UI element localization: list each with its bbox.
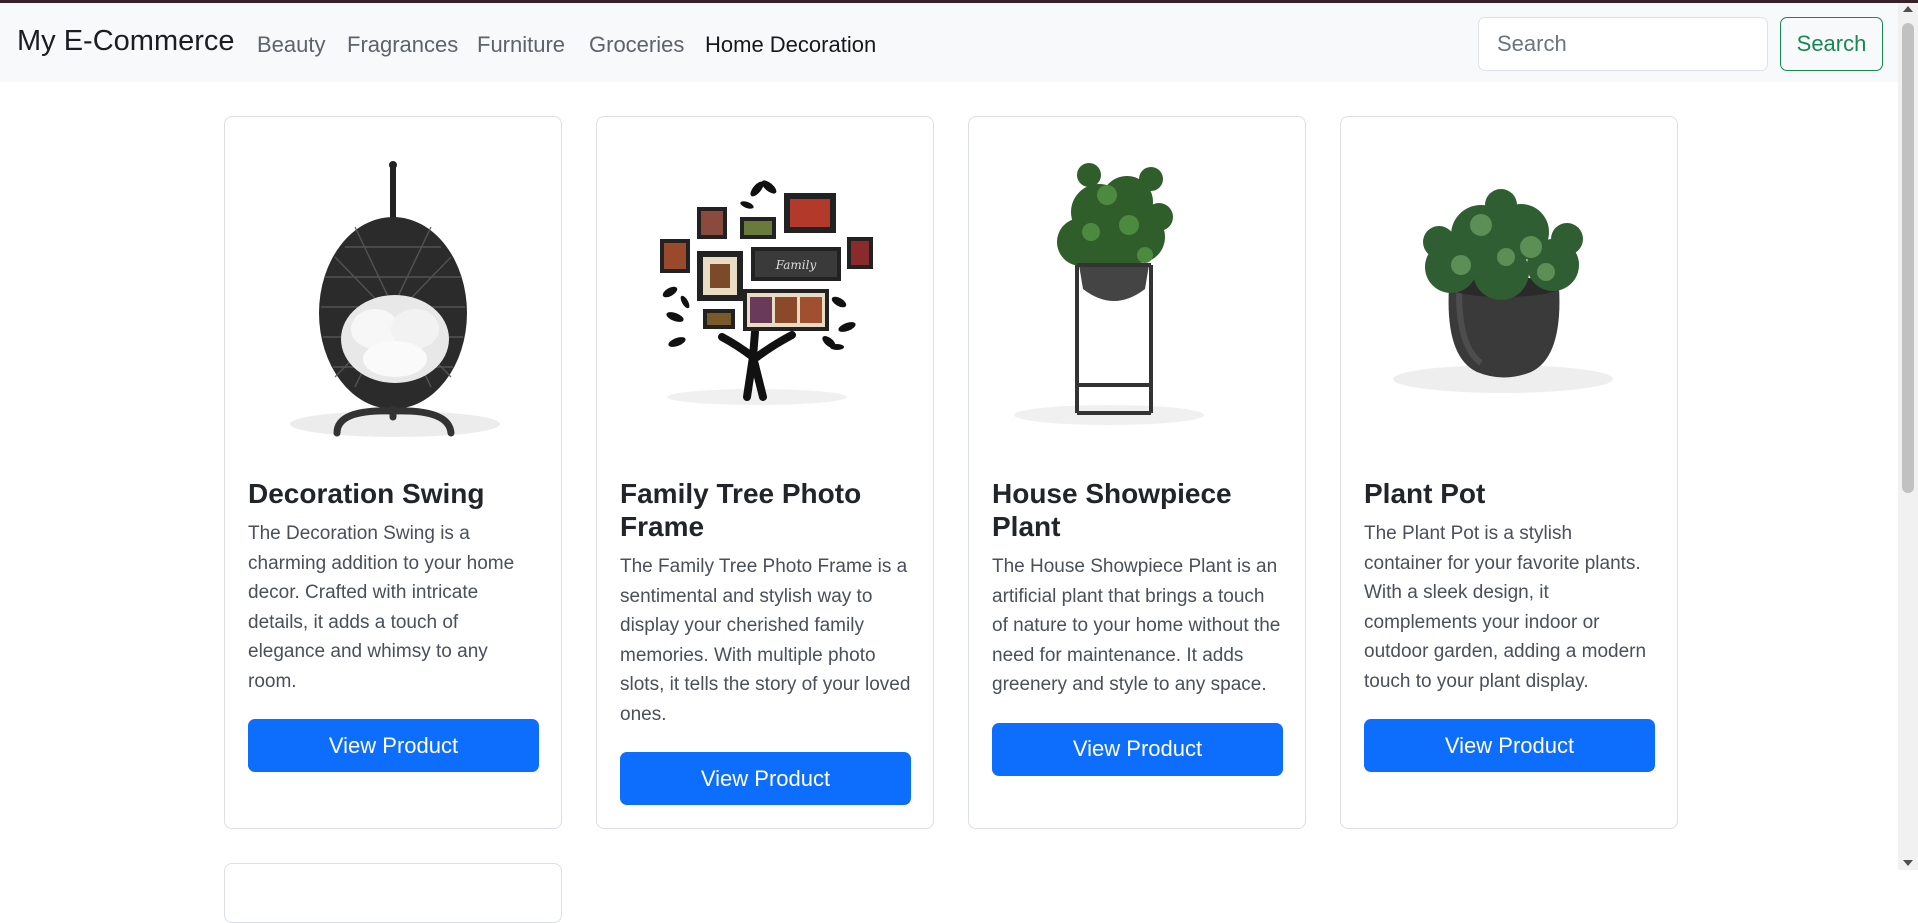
search-input[interactable]: [1478, 17, 1768, 71]
view-product-button[interactable]: View Product: [992, 722, 1283, 776]
family-tree-photo-frame-image: Family: [597, 117, 933, 457]
product-card-house-showpiece-plant: House Showpiece Plant The House Showpiec…: [968, 116, 1306, 829]
product-description: The Plant Pot is a stylish container for…: [1364, 523, 1647, 692]
product-title: Decoration Swing: [248, 478, 485, 509]
plant-pot-image: [1341, 117, 1677, 457]
house-showpiece-plant-image: [969, 117, 1305, 457]
brand-logo[interactable]: My E-Commerce: [17, 25, 235, 58]
nav-link-fragrances[interactable]: Fragrances: [347, 32, 458, 58]
view-product-button[interactable]: View Product: [248, 719, 539, 772]
search-button[interactable]: Search: [1780, 17, 1883, 71]
nav-link-furniture[interactable]: Furniture: [477, 32, 565, 58]
product-description: The House Showpiece Plant is an artifici…: [992, 556, 1281, 695]
product-card-next-row: [224, 863, 562, 923]
product-title: Plant Pot: [1364, 478, 1486, 509]
page-scrollbar[interactable]: [1898, 3, 1918, 870]
scroll-up-arrow-icon[interactable]: [1903, 6, 1913, 12]
navbar: My E-Commerce Beauty Fragrances Furnitur…: [0, 3, 1898, 82]
nav-link-beauty[interactable]: Beauty: [257, 32, 326, 58]
product-card-decoration-swing: Decoration Swing The Decoration Swing is…: [224, 116, 562, 829]
card-body: House Showpiece Plant The House Showpiec…: [992, 477, 1283, 776]
nav-link-groceries[interactable]: Groceries: [589, 32, 684, 58]
card-body: Plant Pot The Plant Pot is a stylish con…: [1364, 477, 1655, 772]
nav-link-home-decoration[interactable]: Home Decoration: [705, 32, 876, 58]
decoration-swing-image: [225, 117, 561, 457]
view-product-button[interactable]: View Product: [1364, 719, 1655, 772]
product-card-family-tree-photo-frame: Family Family Tree Photo Frame The Famil…: [596, 116, 934, 829]
frame-family-text: Family: [775, 258, 817, 272]
scroll-down-arrow-icon[interactable]: [1903, 860, 1913, 866]
product-description: The Family Tree Photo Frame is a sentime…: [620, 556, 911, 725]
card-body: Decoration Swing The Decoration Swing is…: [248, 477, 539, 772]
card-body: Family Tree Photo Frame The Family Tree …: [620, 477, 911, 805]
view-product-button[interactable]: View Product: [620, 752, 911, 805]
product-title: Family Tree Photo Frame: [620, 478, 862, 542]
product-description: The Decoration Swing is a charming addit…: [248, 523, 515, 692]
product-title: House Showpiece Plant: [992, 478, 1232, 542]
product-card-plant-pot: Plant Pot The Plant Pot is a stylish con…: [1340, 116, 1678, 829]
scrollbar-thumb[interactable]: [1902, 23, 1914, 493]
